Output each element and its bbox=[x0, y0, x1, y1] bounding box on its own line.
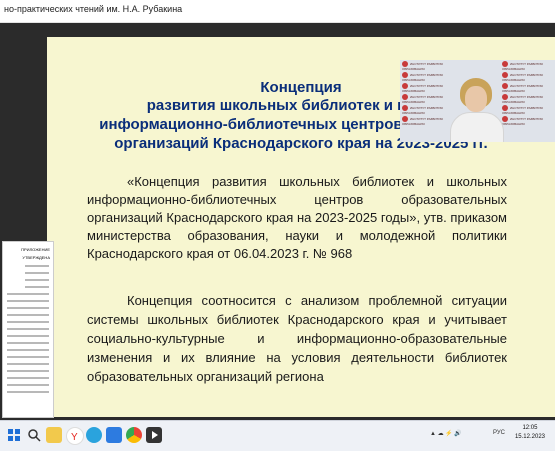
document-heading: ПРИЛОЖЕНИЕ bbox=[21, 247, 50, 252]
chrome-icon[interactable] bbox=[126, 427, 142, 443]
taskbar: Y ▲ ☁ ⚡ 🔊 РУС 12:05 15.12.2023 bbox=[0, 420, 555, 451]
app-icon[interactable] bbox=[106, 427, 122, 443]
clock-date: 15.12.2023 bbox=[514, 434, 545, 440]
tray-icons[interactable]: ▲ ☁ ⚡ 🔊 bbox=[430, 430, 462, 437]
presentation-stage: Концепция развития школьных библиотек и … bbox=[0, 23, 555, 420]
telegram-icon[interactable] bbox=[86, 427, 102, 443]
clock-time: 12:05 bbox=[522, 425, 538, 431]
document-subheading: УТВЕРЖДЕНА bbox=[22, 255, 50, 260]
language-indicator[interactable]: РУС bbox=[493, 430, 505, 436]
document-thumbnail: ПРИЛОЖЕНИЕ УТВЕРЖДЕНА bbox=[2, 241, 54, 418]
files-icon[interactable] bbox=[46, 427, 62, 443]
slide-paragraph-1: «Концепция развития школьных библиотек и… bbox=[87, 174, 507, 261]
window-titlebar: но-практических чтений им. Н.А. Рубакина bbox=[0, 0, 555, 23]
media-player-icon[interactable] bbox=[146, 427, 162, 443]
speaker bbox=[446, 78, 506, 142]
search-icon[interactable] bbox=[26, 427, 42, 443]
speaker-video[interactable]: ИНСТИТУТ РАЗВИТИЯ ОБРАЗОВАНИЯ КРАСНОДАРС… bbox=[400, 60, 555, 142]
svg-text:Y: Y bbox=[71, 432, 78, 443]
window-title: но-практических чтений им. Н.А. Рубакина bbox=[4, 4, 183, 14]
slide-paragraph-2: Концепция соотносится с анализом проблем… bbox=[87, 293, 507, 384]
video-banner-right: ИНСТИТУТ РАЗВИТИЯ ОБРАЗОВАНИЯ КРАСНОДАРС… bbox=[502, 61, 543, 126]
clock[interactable]: 12:05 15.12.2023 bbox=[515, 424, 545, 442]
yandex-browser-icon[interactable]: Y bbox=[66, 427, 84, 445]
video-banner-left: ИНСТИТУТ РАЗВИТИЯ ОБРАЗОВАНИЯ КРАСНОДАРС… bbox=[402, 61, 443, 126]
windows-icon[interactable] bbox=[6, 427, 22, 443]
